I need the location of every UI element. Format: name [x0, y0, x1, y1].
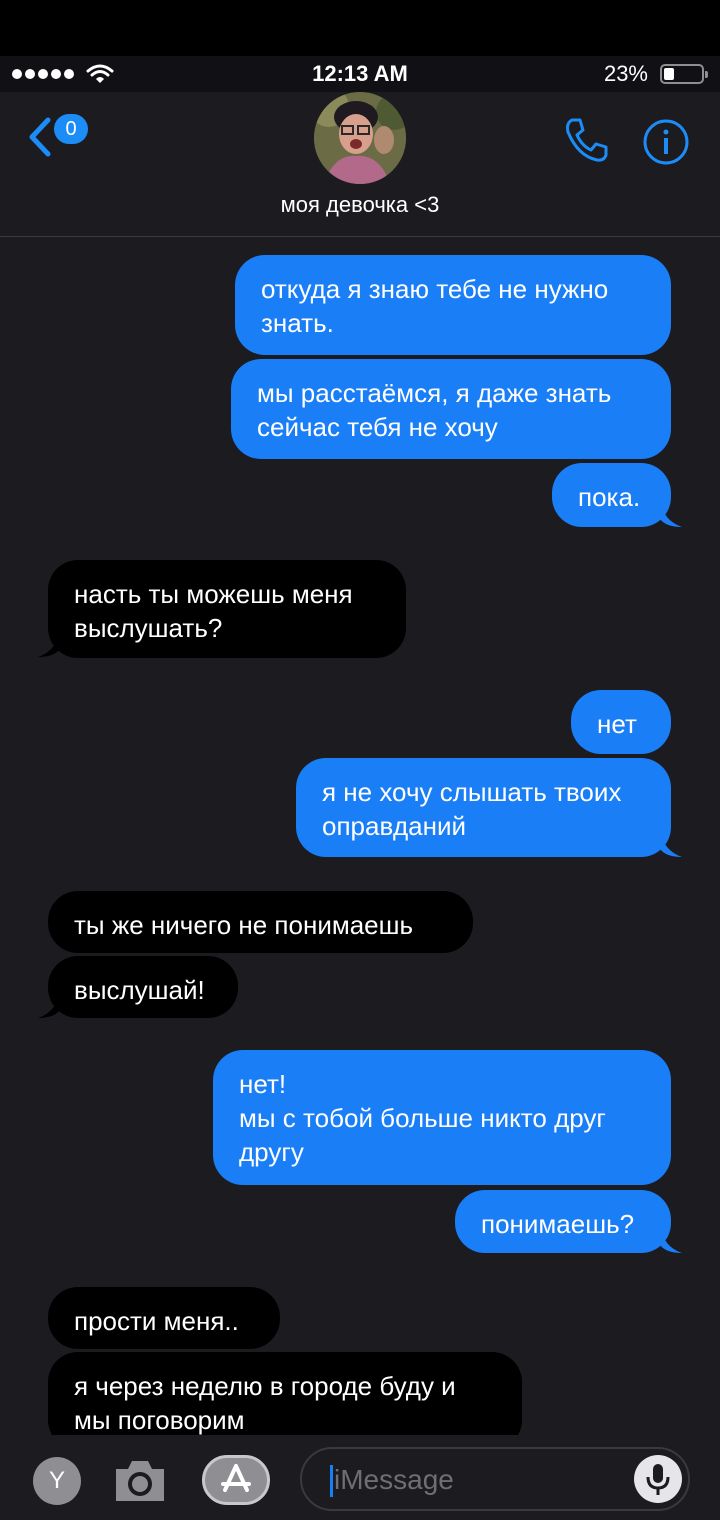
- message-bubble-received[interactable]: я через неделю в городе буду и мы погово…: [48, 1352, 522, 1435]
- message-bubble-received[interactable]: прости меня..: [48, 1287, 280, 1349]
- app-store-icon: [221, 1464, 251, 1492]
- info-icon[interactable]: [642, 118, 690, 166]
- battery-percent: 23%: [603, 61, 648, 86]
- unread-count-badge: 0: [54, 114, 88, 144]
- bubble-tail-icon: [660, 501, 682, 527]
- message-bubble-received[interactable]: насть ты можешь меня выслушать?: [48, 560, 406, 658]
- phone-icon[interactable]: [560, 114, 612, 166]
- bubble-tail-icon: [660, 831, 682, 857]
- bubble-tail-icon: [660, 1227, 682, 1253]
- message-bubble-sent[interactable]: нет: [571, 690, 671, 754]
- message-bubble-sent[interactable]: пока.: [552, 463, 671, 527]
- top-black-bar: [0, 0, 720, 56]
- app-store-button[interactable]: [202, 1455, 270, 1505]
- battery-icon: [660, 64, 708, 84]
- contact-name[interactable]: моя девочка <3: [0, 192, 720, 218]
- chevron-left-icon: [29, 117, 51, 157]
- conversation-header: 0 моя девочка <3: [0, 92, 720, 237]
- message-bubble-sent[interactable]: нет! мы с тобой больше никто друг другу: [213, 1050, 671, 1185]
- message-bubble-sent[interactable]: я не хочу слышать твоих оправданий: [296, 758, 671, 857]
- bubble-tail-icon: [38, 992, 60, 1018]
- avatar-photo: [314, 92, 406, 184]
- contact-avatar[interactable]: [314, 92, 406, 184]
- message-bubble-received[interactable]: выслушай!: [48, 956, 238, 1018]
- message-thread: откуда я знаю тебе не нужно знать. мы ра…: [0, 237, 720, 1435]
- bubble-tail-icon: [38, 631, 60, 657]
- message-bubble-sent[interactable]: мы расстаёмся, я даже знать сейчас тебя …: [231, 359, 671, 459]
- message-input[interactable]: iMessage: [300, 1447, 690, 1511]
- message-bubble-sent[interactable]: откуда я знаю тебе не нужно знать.: [235, 255, 671, 355]
- text-caret: [330, 1465, 333, 1497]
- message-input-bar: Y iMessage: [0, 1435, 720, 1520]
- message-placeholder: iMessage: [334, 1464, 454, 1495]
- camera-icon[interactable]: [112, 1455, 168, 1505]
- app-button[interactable]: Y: [33, 1457, 81, 1505]
- message-bubble-sent[interactable]: понимаешь?: [455, 1190, 671, 1253]
- back-button[interactable]: 0: [26, 114, 96, 160]
- message-bubble-received[interactable]: ты же ничего не понимаешь: [48, 891, 473, 953]
- microphone-button[interactable]: [634, 1455, 682, 1503]
- microphone-icon: [646, 1464, 670, 1495]
- status-bar: 12:13 AM 23%: [0, 56, 720, 92]
